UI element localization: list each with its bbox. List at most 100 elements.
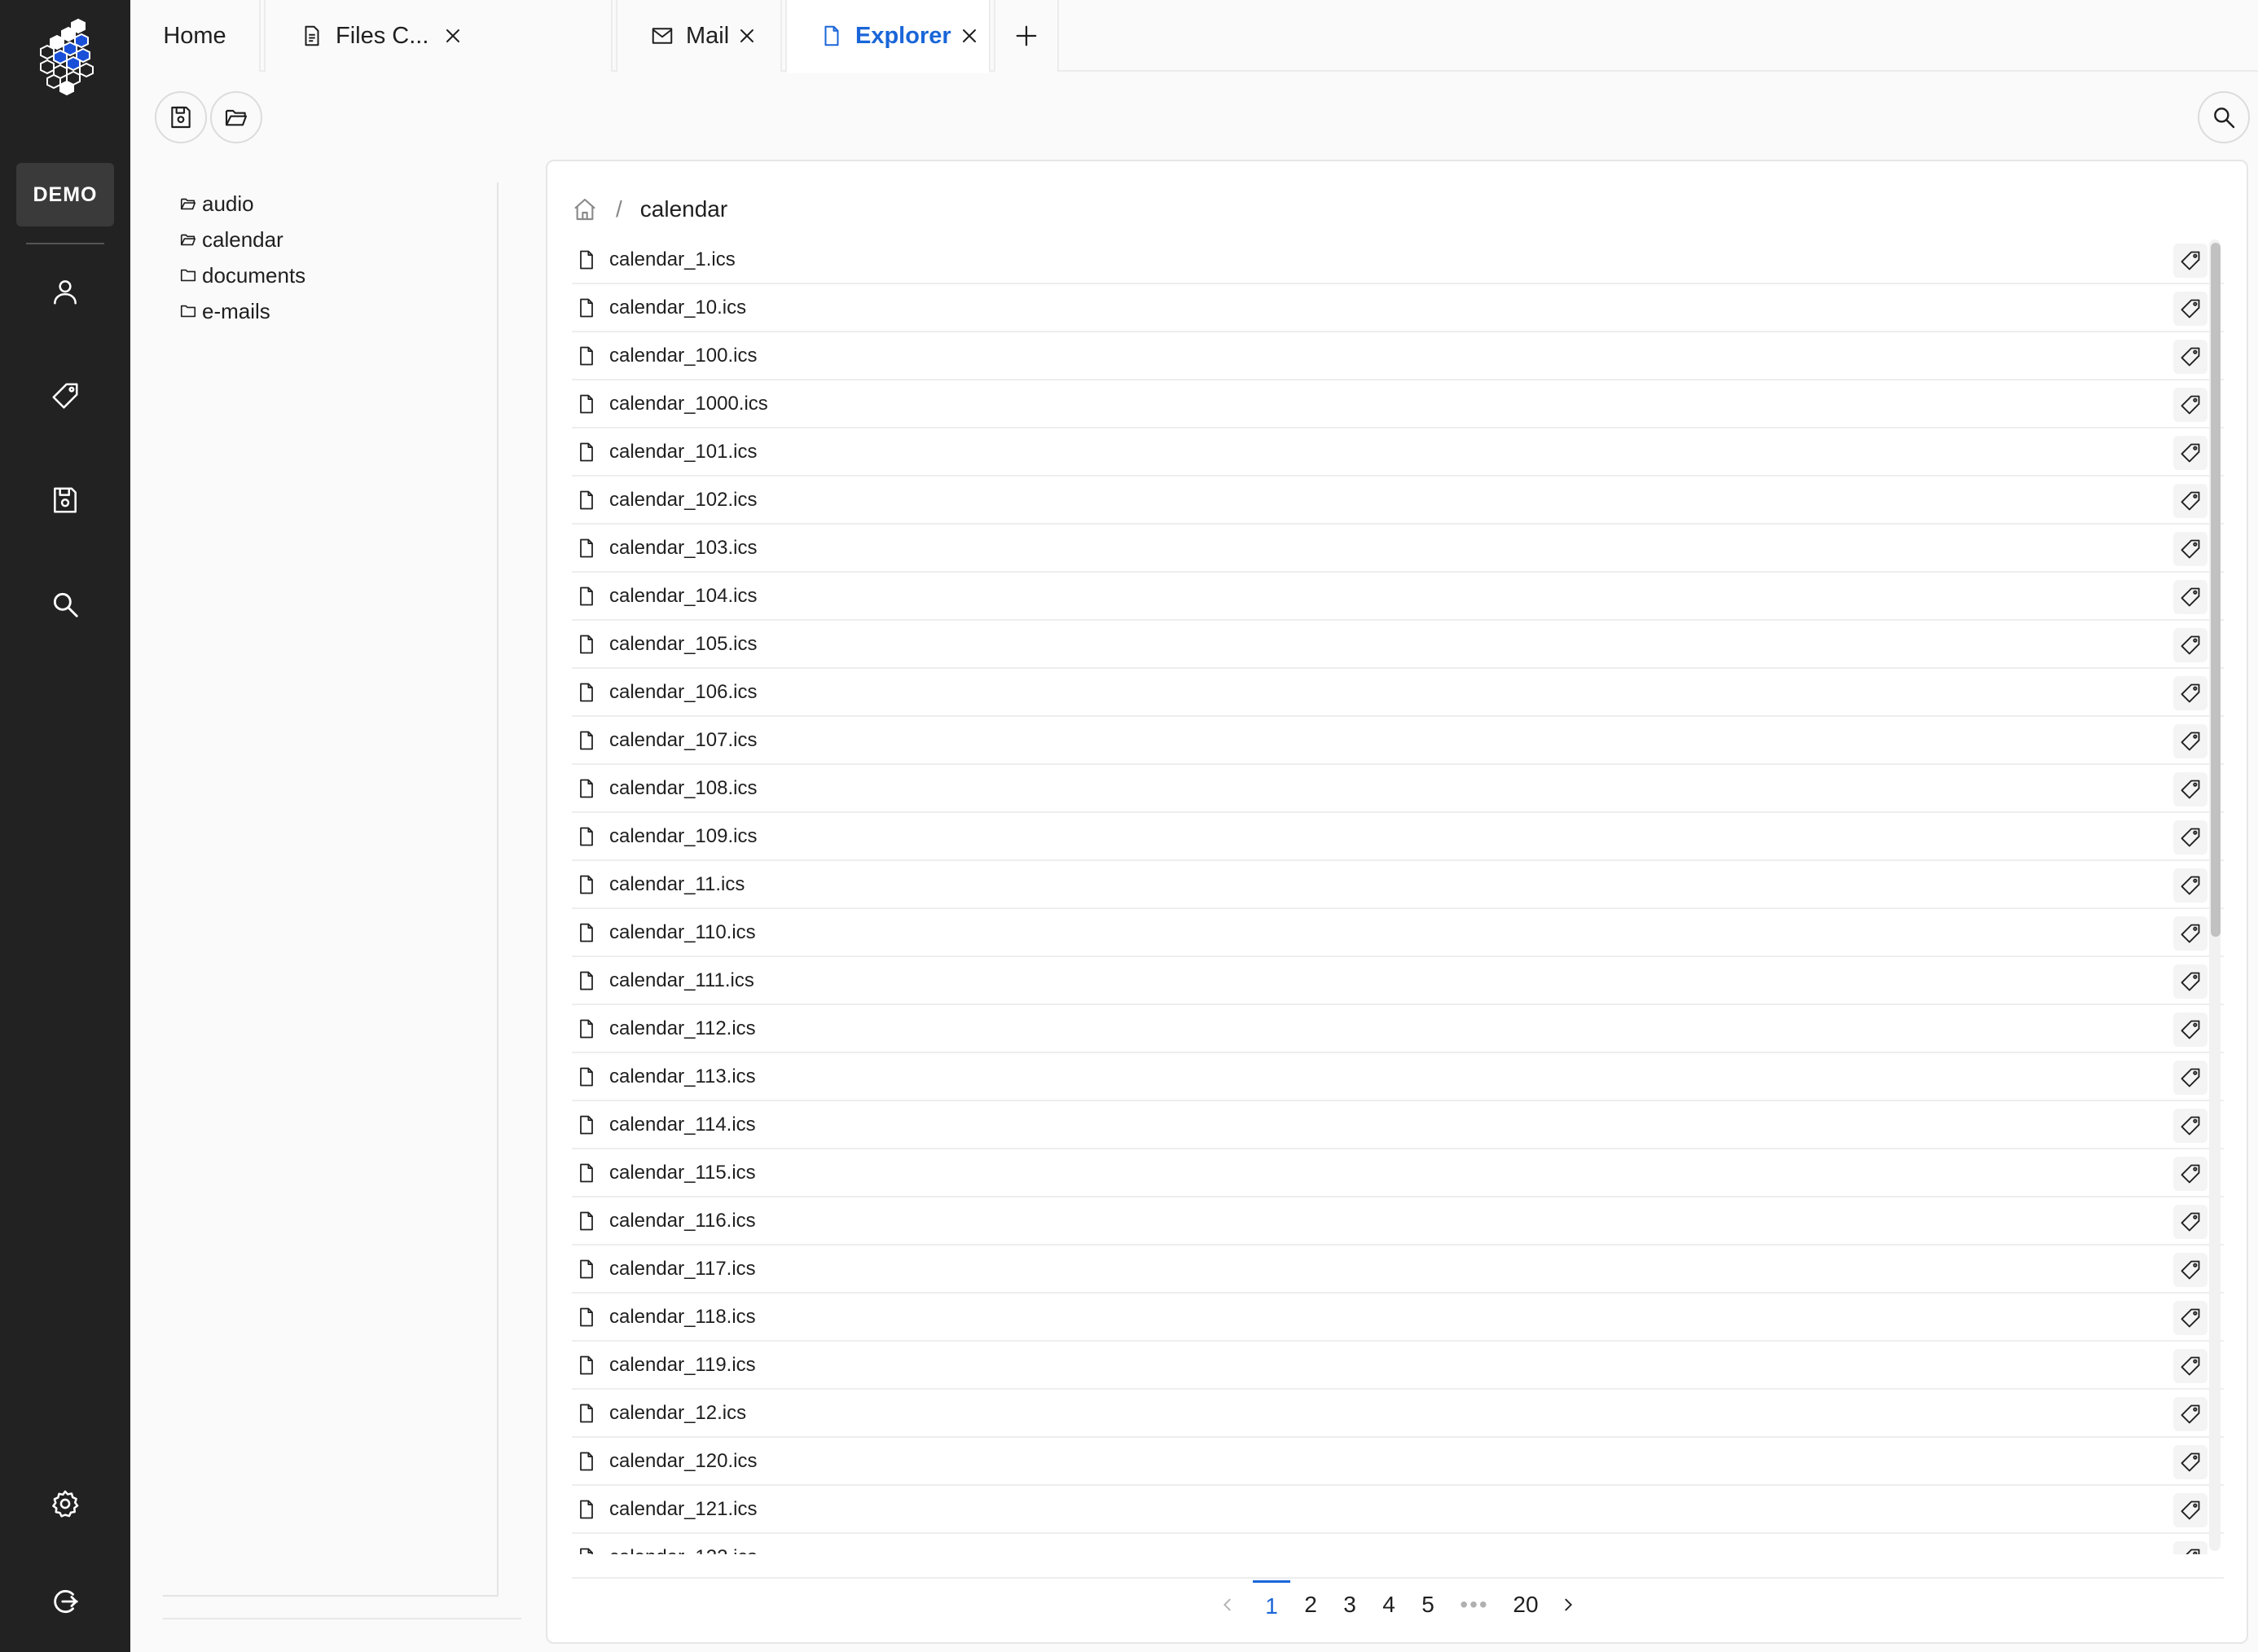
tag-button[interactable] xyxy=(2173,292,2207,326)
prev-page-button[interactable] xyxy=(1214,1580,1241,1629)
tag-button[interactable] xyxy=(2173,868,2207,903)
open-folder-button[interactable] xyxy=(210,91,262,143)
tag-button[interactable] xyxy=(2173,1445,2207,1479)
tag-button[interactable] xyxy=(2173,1253,2207,1287)
file-icon xyxy=(580,1452,593,1470)
tag-button[interactable] xyxy=(2173,628,2207,662)
tag-button[interactable] xyxy=(2173,916,2207,951)
tag-button[interactable] xyxy=(2173,1205,2207,1239)
file-row[interactable]: calendar_106.ics xyxy=(572,669,2224,717)
gear-icon[interactable] xyxy=(41,1479,90,1528)
file-row[interactable]: calendar_100.ics xyxy=(572,332,2224,380)
close-icon[interactable] xyxy=(960,26,979,46)
file-row[interactable]: calendar_120.ics xyxy=(572,1438,2224,1486)
file-row[interactable]: calendar_113.ics xyxy=(572,1053,2224,1101)
tag-button[interactable] xyxy=(2173,1349,2207,1383)
file-name: calendar_101.ics xyxy=(609,440,758,463)
save-button[interactable] xyxy=(155,91,207,143)
file-row[interactable]: calendar_1000.ics xyxy=(572,380,2224,428)
file-row[interactable]: calendar_121.ics xyxy=(572,1486,2224,1534)
tag-icon xyxy=(2181,1308,2200,1328)
page-3[interactable]: 3 xyxy=(1331,1580,1368,1629)
tag-button[interactable] xyxy=(2173,1109,2207,1143)
tab-files[interactable]: Files C... xyxy=(264,0,613,72)
file-name: calendar_102.ics xyxy=(609,488,758,511)
scrollbar-thumb[interactable] xyxy=(2211,243,2221,937)
file-row[interactable]: calendar_118.ics xyxy=(572,1294,2224,1342)
tree-item-e-mails[interactable]: e-mails xyxy=(179,295,270,327)
tag-button[interactable] xyxy=(2173,1541,2207,1554)
add-tab-button[interactable] xyxy=(994,0,1059,72)
rail-divider xyxy=(26,243,104,244)
file-row[interactable]: calendar_102.ics xyxy=(572,477,2224,525)
tab-home[interactable]: Home xyxy=(130,0,261,72)
tag-button[interactable] xyxy=(2173,820,2207,855)
page-1[interactable]: 1 xyxy=(1253,1580,1290,1629)
close-icon[interactable] xyxy=(737,26,757,46)
tag-button[interactable] xyxy=(2173,244,2207,278)
tag-icon xyxy=(2181,587,2200,607)
tag-button[interactable] xyxy=(2173,772,2207,806)
file-row[interactable]: calendar_119.ics xyxy=(572,1342,2224,1390)
next-page-button[interactable] xyxy=(1554,1580,1582,1629)
file-row[interactable]: calendar_10.ics xyxy=(572,284,2224,332)
file-row[interactable]: calendar_107.ics xyxy=(572,717,2224,765)
file-row[interactable]: calendar_111.ics xyxy=(572,957,2224,1005)
file-row[interactable]: calendar_104.ics xyxy=(572,573,2224,621)
tag-button[interactable] xyxy=(2173,1493,2207,1527)
tree-item-audio[interactable]: audio xyxy=(179,187,254,220)
file-row[interactable]: calendar_112.ics xyxy=(572,1005,2224,1053)
file-icon xyxy=(580,490,593,509)
page-last[interactable]: 20 xyxy=(1504,1580,1548,1629)
tag-button[interactable] xyxy=(2173,676,2207,710)
tag-button[interactable] xyxy=(2173,340,2207,374)
demo-badge[interactable]: DEMO xyxy=(16,163,114,226)
tag-button[interactable] xyxy=(2173,1157,2207,1191)
file-row[interactable]: calendar_109.ics xyxy=(572,813,2224,861)
app-logo[interactable] xyxy=(36,16,94,98)
tag-button[interactable] xyxy=(2173,532,2207,566)
file-row[interactable]: calendar_110.ics xyxy=(572,909,2224,957)
home-icon[interactable] xyxy=(572,196,598,222)
file-row[interactable]: calendar_116.ics xyxy=(572,1197,2224,1246)
file-row[interactable]: calendar_108.ics xyxy=(572,765,2224,813)
search-icon[interactable] xyxy=(41,580,90,629)
search-button[interactable] xyxy=(2198,91,2250,143)
tag-button[interactable] xyxy=(2173,1013,2207,1047)
tag-button[interactable] xyxy=(2173,964,2207,999)
tag-button[interactable] xyxy=(2173,388,2207,422)
file-row[interactable]: calendar_1.ics xyxy=(572,236,2224,284)
file-row[interactable]: calendar_117.ics xyxy=(572,1246,2224,1294)
tag-button[interactable] xyxy=(2173,1397,2207,1431)
file-row[interactable]: calendar_11.ics xyxy=(572,861,2224,909)
tab-explorer[interactable]: Explorer xyxy=(785,0,991,73)
tab-mail[interactable]: Mail xyxy=(616,0,782,72)
tag-button[interactable] xyxy=(2173,1061,2207,1095)
tree-item-documents[interactable]: documents xyxy=(179,259,305,292)
file-icon xyxy=(580,250,593,269)
page-4[interactable]: 4 xyxy=(1370,1580,1408,1629)
user-icon[interactable] xyxy=(41,267,90,316)
page-2[interactable]: 2 xyxy=(1292,1580,1329,1629)
tag-icon[interactable] xyxy=(41,371,90,420)
tag-button[interactable] xyxy=(2173,724,2207,758)
breadcrumb-current[interactable]: calendar xyxy=(640,196,727,222)
close-icon[interactable] xyxy=(443,26,463,46)
file-row[interactable]: calendar_122.ics xyxy=(572,1534,2224,1554)
save-icon[interactable] xyxy=(41,476,90,525)
file-row[interactable]: calendar_103.ics xyxy=(572,525,2224,573)
tag-button[interactable] xyxy=(2173,436,2207,470)
file-row[interactable]: calendar_114.ics xyxy=(572,1101,2224,1149)
file-row[interactable]: calendar_105.ics xyxy=(572,621,2224,669)
tag-button[interactable] xyxy=(2173,1301,2207,1335)
tag-button[interactable] xyxy=(2173,580,2207,614)
file-row[interactable]: calendar_101.ics xyxy=(572,428,2224,477)
tree-item-calendar[interactable]: calendar xyxy=(179,223,283,256)
page-ellipsis[interactable]: ••• xyxy=(1450,1580,1499,1629)
tag-button[interactable] xyxy=(2173,484,2207,518)
file-icon xyxy=(580,1211,593,1230)
file-row[interactable]: calendar_12.ics xyxy=(572,1390,2224,1438)
page-5[interactable]: 5 xyxy=(1409,1580,1447,1629)
file-row[interactable]: calendar_115.ics xyxy=(572,1149,2224,1197)
logout-icon[interactable] xyxy=(41,1577,90,1626)
